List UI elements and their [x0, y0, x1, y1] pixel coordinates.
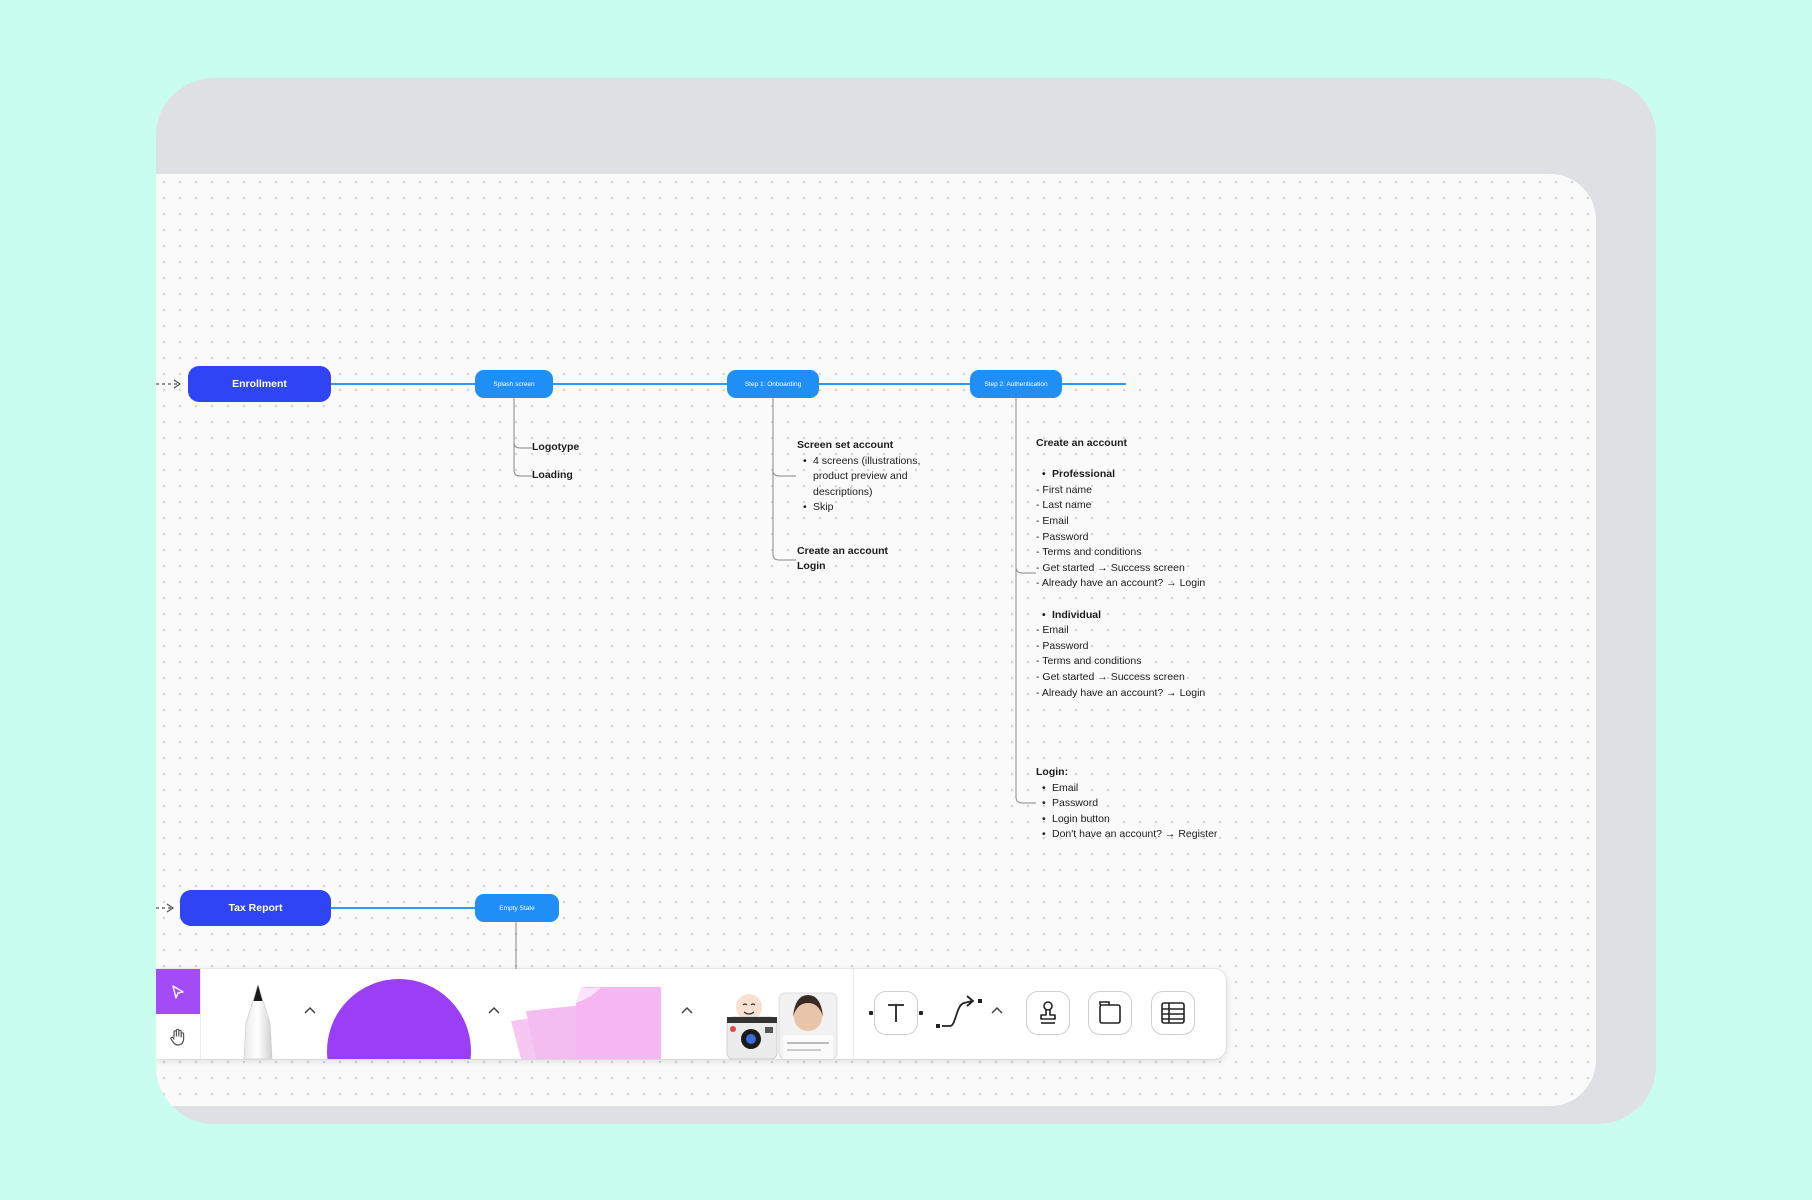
auth-individual-item: - Get started → Success screen: [1036, 670, 1185, 683]
stamp-icon: [1040, 1001, 1056, 1024]
text-handle-right: [919, 1011, 923, 1015]
auth-individual-item: - Already have an account? → Login: [1036, 686, 1206, 699]
onboarding-node[interactable]: Step 1: Onboarding: [727, 370, 819, 398]
auth-professional-item: - Email: [1036, 514, 1069, 527]
enrollment-label: Enrollment: [232, 378, 287, 390]
onboarding-bullet: 4 screens (illustrations,: [797, 454, 920, 470]
stamp-tool-button[interactable]: [1026, 991, 1070, 1035]
device-frame: Enrollment Splash screen Step 1: Onboard…: [156, 78, 1656, 1124]
pen-options-caret[interactable]: [302, 1002, 318, 1018]
login-item: Login button: [1036, 812, 1217, 828]
section-icon: [1099, 1001, 1121, 1024]
authentication-node[interactable]: Step 2: Authentication: [970, 370, 1062, 398]
hand-icon: [170, 1028, 185, 1046]
onboarding-label: Step 1: Onboarding: [744, 380, 802, 388]
onboarding-link-create: Create an account: [797, 544, 889, 557]
table-icon: [1161, 1002, 1185, 1024]
auth-professional-item: - Already have an account? → Login: [1036, 577, 1206, 590]
splash-screen-node[interactable]: Splash screen: [475, 370, 553, 398]
authentication-label: Step 2: Authentication: [984, 380, 1048, 388]
login-note-heading: Login:: [1036, 766, 1069, 778]
auth-professional-item: - Password: [1036, 530, 1089, 543]
connector-tool[interactable]: [934, 991, 986, 1035]
auth-individual-item: - Password: [1036, 639, 1089, 652]
whiteboard-canvas[interactable]: Enrollment Splash screen Step 1: Onboard…: [156, 174, 1596, 1106]
bottom-toolbar: [156, 969, 1226, 1059]
login-item: Password: [1036, 796, 1217, 812]
enrollment-node[interactable]: Enrollment: [188, 366, 331, 402]
onboarding-bullet-cont: product preview and: [813, 470, 908, 483]
text-icon: [888, 1004, 904, 1022]
login-item: Don't have an account? → Register: [1036, 827, 1217, 843]
table-tool-button[interactable]: [1151, 991, 1195, 1035]
onboarding-note-title: Screen set account: [797, 439, 894, 451]
splash-screen-label: Splash screen: [493, 380, 535, 388]
text-tool-button[interactable]: [874, 991, 918, 1035]
text-handle-left: [869, 1011, 873, 1015]
auth-professional-item: - Last name: [1036, 499, 1092, 512]
media-stickers[interactable]: [721, 983, 841, 1059]
auth-individual-item: - Email: [1036, 624, 1069, 637]
auth-professional-item: - First name: [1036, 483, 1093, 496]
onboarding-note: Screen set account 4 screens (illustrati…: [797, 438, 920, 575]
login-note: Login: Email Password Login button Don't…: [1036, 765, 1217, 843]
connector-options-caret[interactable]: [989, 1002, 1005, 1018]
auth-note-title: Create an account: [1036, 437, 1128, 449]
shape-tool[interactable]: [327, 979, 471, 1059]
shape-options-caret[interactable]: [486, 1002, 502, 1018]
splash-note-logotype: Logotype: [532, 441, 580, 453]
flow-connectors: [156, 379, 1126, 969]
onboarding-bullet: Skip: [797, 500, 920, 516]
splash-note-loading: Loading: [532, 469, 573, 481]
empty-state-node[interactable]: Empty State: [475, 894, 559, 922]
onboarding-bullet-cont: descriptions): [813, 485, 873, 498]
onboarding-link-login: Login: [797, 560, 826, 573]
auth-individual-item: - Terms and conditions: [1036, 655, 1142, 668]
cursor-icon: [172, 984, 184, 999]
login-item: Email: [1036, 781, 1217, 797]
pen-tool[interactable]: [226, 983, 290, 1059]
empty-state-label: Empty State: [499, 904, 535, 912]
sticky-note-tool[interactable]: [501, 981, 671, 1059]
hand-tool-button[interactable]: [156, 1014, 200, 1059]
authentication-note: Create an account Professional - First n…: [1036, 436, 1205, 701]
sticky-options-caret[interactable]: [679, 1002, 695, 1018]
auth-individual-heading: Individual: [1036, 608, 1205, 624]
auth-professional-item: - Terms and conditions: [1036, 546, 1142, 559]
tax-report-node[interactable]: Tax Report: [180, 890, 331, 926]
auth-professional-item: - Get started → Success screen: [1036, 561, 1185, 574]
tax-report-label: Tax Report: [228, 902, 283, 914]
section-tool-button[interactable]: [1088, 991, 1132, 1035]
auth-professional-heading: Professional: [1036, 467, 1205, 483]
select-tool-button[interactable]: [156, 969, 200, 1014]
